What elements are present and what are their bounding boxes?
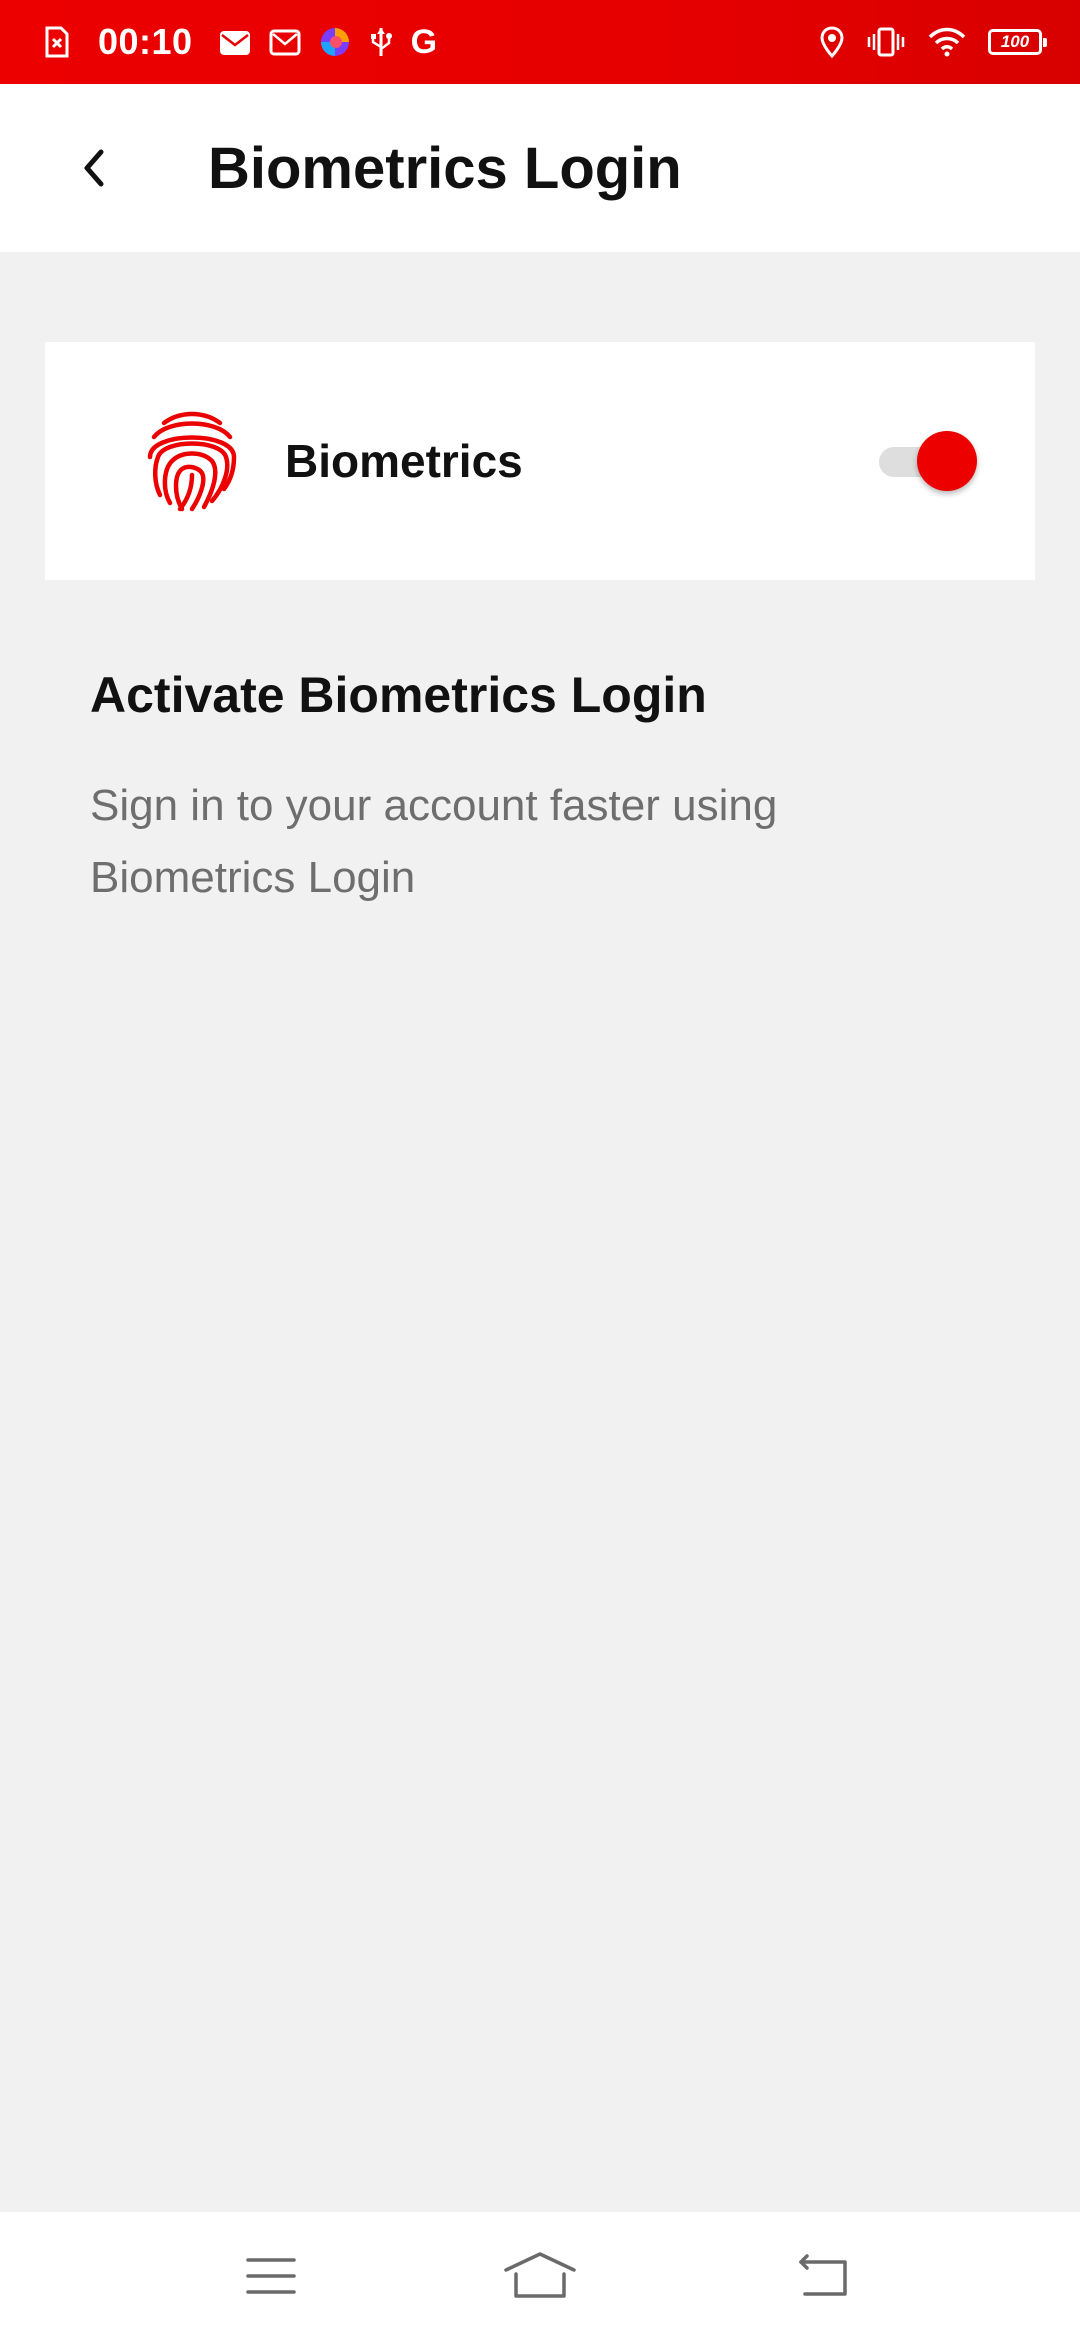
home-icon [504, 2252, 576, 2298]
biometrics-label: Biometrics [285, 435, 523, 487]
vibrate-icon [866, 26, 906, 58]
nav-menu-button[interactable] [223, 2236, 319, 2316]
sim-error-icon [44, 26, 70, 58]
status-bar: 00:10 G 100 [0, 0, 1080, 84]
nav-home-button[interactable] [492, 2236, 588, 2316]
page-title: Biometrics Login [208, 135, 682, 201]
back-icon [799, 2254, 847, 2296]
status-left: 00:10 G [44, 0, 455, 84]
screen: 00:10 G 100 Biometrics Login Biometrics … [0, 0, 1080, 2340]
nav-bar [0, 2212, 1080, 2340]
battery-outline: 100 [988, 29, 1047, 55]
toggle-thumb [917, 431, 977, 491]
fingerprint-icon [117, 402, 267, 520]
message-icon [269, 27, 301, 57]
app-header: Biometrics Login [0, 84, 1080, 252]
battery-level: 100 [1000, 32, 1030, 51]
google-icon: G [410, 23, 438, 61]
menu-icon [246, 2258, 296, 2294]
status-right: 100 [798, 0, 1047, 84]
info-description: Sign in to your account faster using Bio… [90, 781, 778, 902]
battery-icon: 100 [988, 29, 1047, 55]
mail-icon [219, 27, 251, 57]
back-button[interactable] [56, 130, 132, 206]
nav-back-button[interactable] [775, 2236, 871, 2316]
biometrics-card: Biometrics [45, 342, 1035, 580]
usb-icon [369, 26, 393, 58]
status-time: 00:10 [98, 21, 193, 62]
back-chevron-icon [84, 149, 104, 187]
biometrics-toggle[interactable] [867, 431, 977, 491]
info-title: Activate Biometrics Login [90, 667, 707, 723]
wifi-icon [928, 26, 966, 58]
location-icon [820, 26, 844, 58]
browser-icon [319, 26, 351, 58]
